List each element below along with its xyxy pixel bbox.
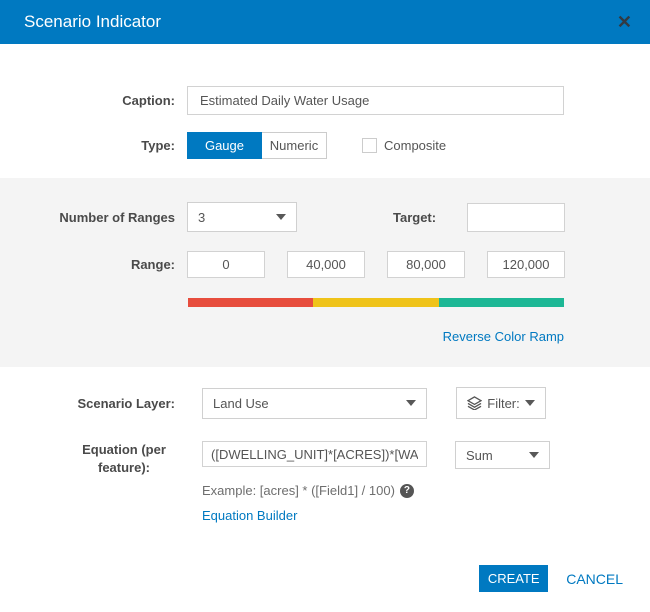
color-ramp-segment-red (188, 298, 314, 307)
cancel-button[interactable]: CANCEL (566, 571, 623, 587)
create-button[interactable]: CREATE (479, 565, 549, 592)
target-label: Target: (393, 209, 437, 225)
equation-builder-link[interactable]: Equation Builder (202, 508, 297, 523)
target-input[interactable] (467, 202, 565, 232)
close-icon[interactable]: ✕ (617, 13, 632, 31)
number-of-ranges-select[interactable]: 3 (187, 202, 297, 232)
number-of-ranges-row: Number of Ranges 3 Target: (0, 202, 565, 232)
caption-input[interactable] (187, 86, 564, 115)
type-row: Type: Gauge Numeric Composite (0, 132, 650, 159)
reverse-color-ramp-link[interactable]: Reverse Color Ramp (443, 329, 564, 344)
filter-button[interactable]: Filter: (456, 387, 546, 419)
equation-label: Equation (per feature): (82, 442, 166, 475)
color-ramp-segment-green (438, 298, 564, 307)
caption-label: Caption: (122, 93, 175, 108)
scenario-indicator-dialog: Scenario Indicator ✕ Caption: Type: Gaug… (0, 0, 650, 612)
number-of-ranges-value: 3 (198, 209, 206, 225)
filter-label: Filter: (487, 395, 520, 411)
help-icon[interactable]: ? (399, 483, 414, 498)
equation-example-text: Example: [acres] * ([Field1] / 100) (202, 483, 395, 499)
composite-checkbox[interactable] (362, 138, 377, 153)
range-input-1[interactable] (187, 251, 265, 278)
chevron-down-icon (276, 214, 286, 220)
chevron-down-icon (406, 400, 416, 406)
equation-row: Equation (per feature): Sum (0, 441, 550, 476)
ranges-section: Number of Ranges 3 Target: Range: Revers (0, 178, 650, 367)
range-input-3[interactable] (387, 251, 465, 278)
range-input-4[interactable] (487, 251, 565, 278)
scenario-layer-row: Scenario Layer: Land Use Filter: (0, 387, 546, 419)
composite-label: Composite (384, 138, 447, 153)
caption-row: Caption: (0, 86, 650, 115)
type-gauge-button[interactable]: Gauge (187, 132, 262, 159)
equation-builder-row: Equation Builder (202, 507, 650, 525)
dialog-header: Scenario Indicator ✕ (0, 0, 650, 44)
color-ramp (188, 298, 564, 307)
equation-input[interactable] (202, 441, 427, 467)
aggregation-value: Sum (466, 447, 493, 463)
chevron-down-icon (524, 400, 535, 406)
layers-icon (467, 396, 483, 410)
scenario-layer-value: Land Use (213, 395, 269, 411)
type-numeric-button[interactable]: Numeric (262, 132, 327, 159)
type-label: Type: (141, 138, 175, 153)
color-ramp-segment-yellow (313, 298, 439, 307)
equation-example-row: Example: [acres] * ([Field1] / 100) ? (202, 483, 650, 498)
dialog-footer: CREATE CANCEL (0, 565, 650, 592)
range-input-2[interactable] (287, 251, 365, 278)
reverse-color-ramp-row: Reverse Color Ramp (0, 328, 564, 346)
range-inputs (187, 251, 565, 278)
chevron-down-icon (529, 452, 539, 458)
scenario-layer-label: Scenario Layer: (77, 395, 175, 411)
range-row: Range: (0, 251, 565, 278)
range-label: Range: (130, 257, 175, 272)
type-toggle-group: Gauge Numeric (187, 132, 327, 159)
page-title: Scenario Indicator (24, 12, 162, 31)
aggregation-select[interactable]: Sum (455, 441, 550, 469)
scenario-layer-select[interactable]: Land Use (202, 387, 427, 419)
number-of-ranges-label: Number of Ranges (59, 209, 175, 225)
